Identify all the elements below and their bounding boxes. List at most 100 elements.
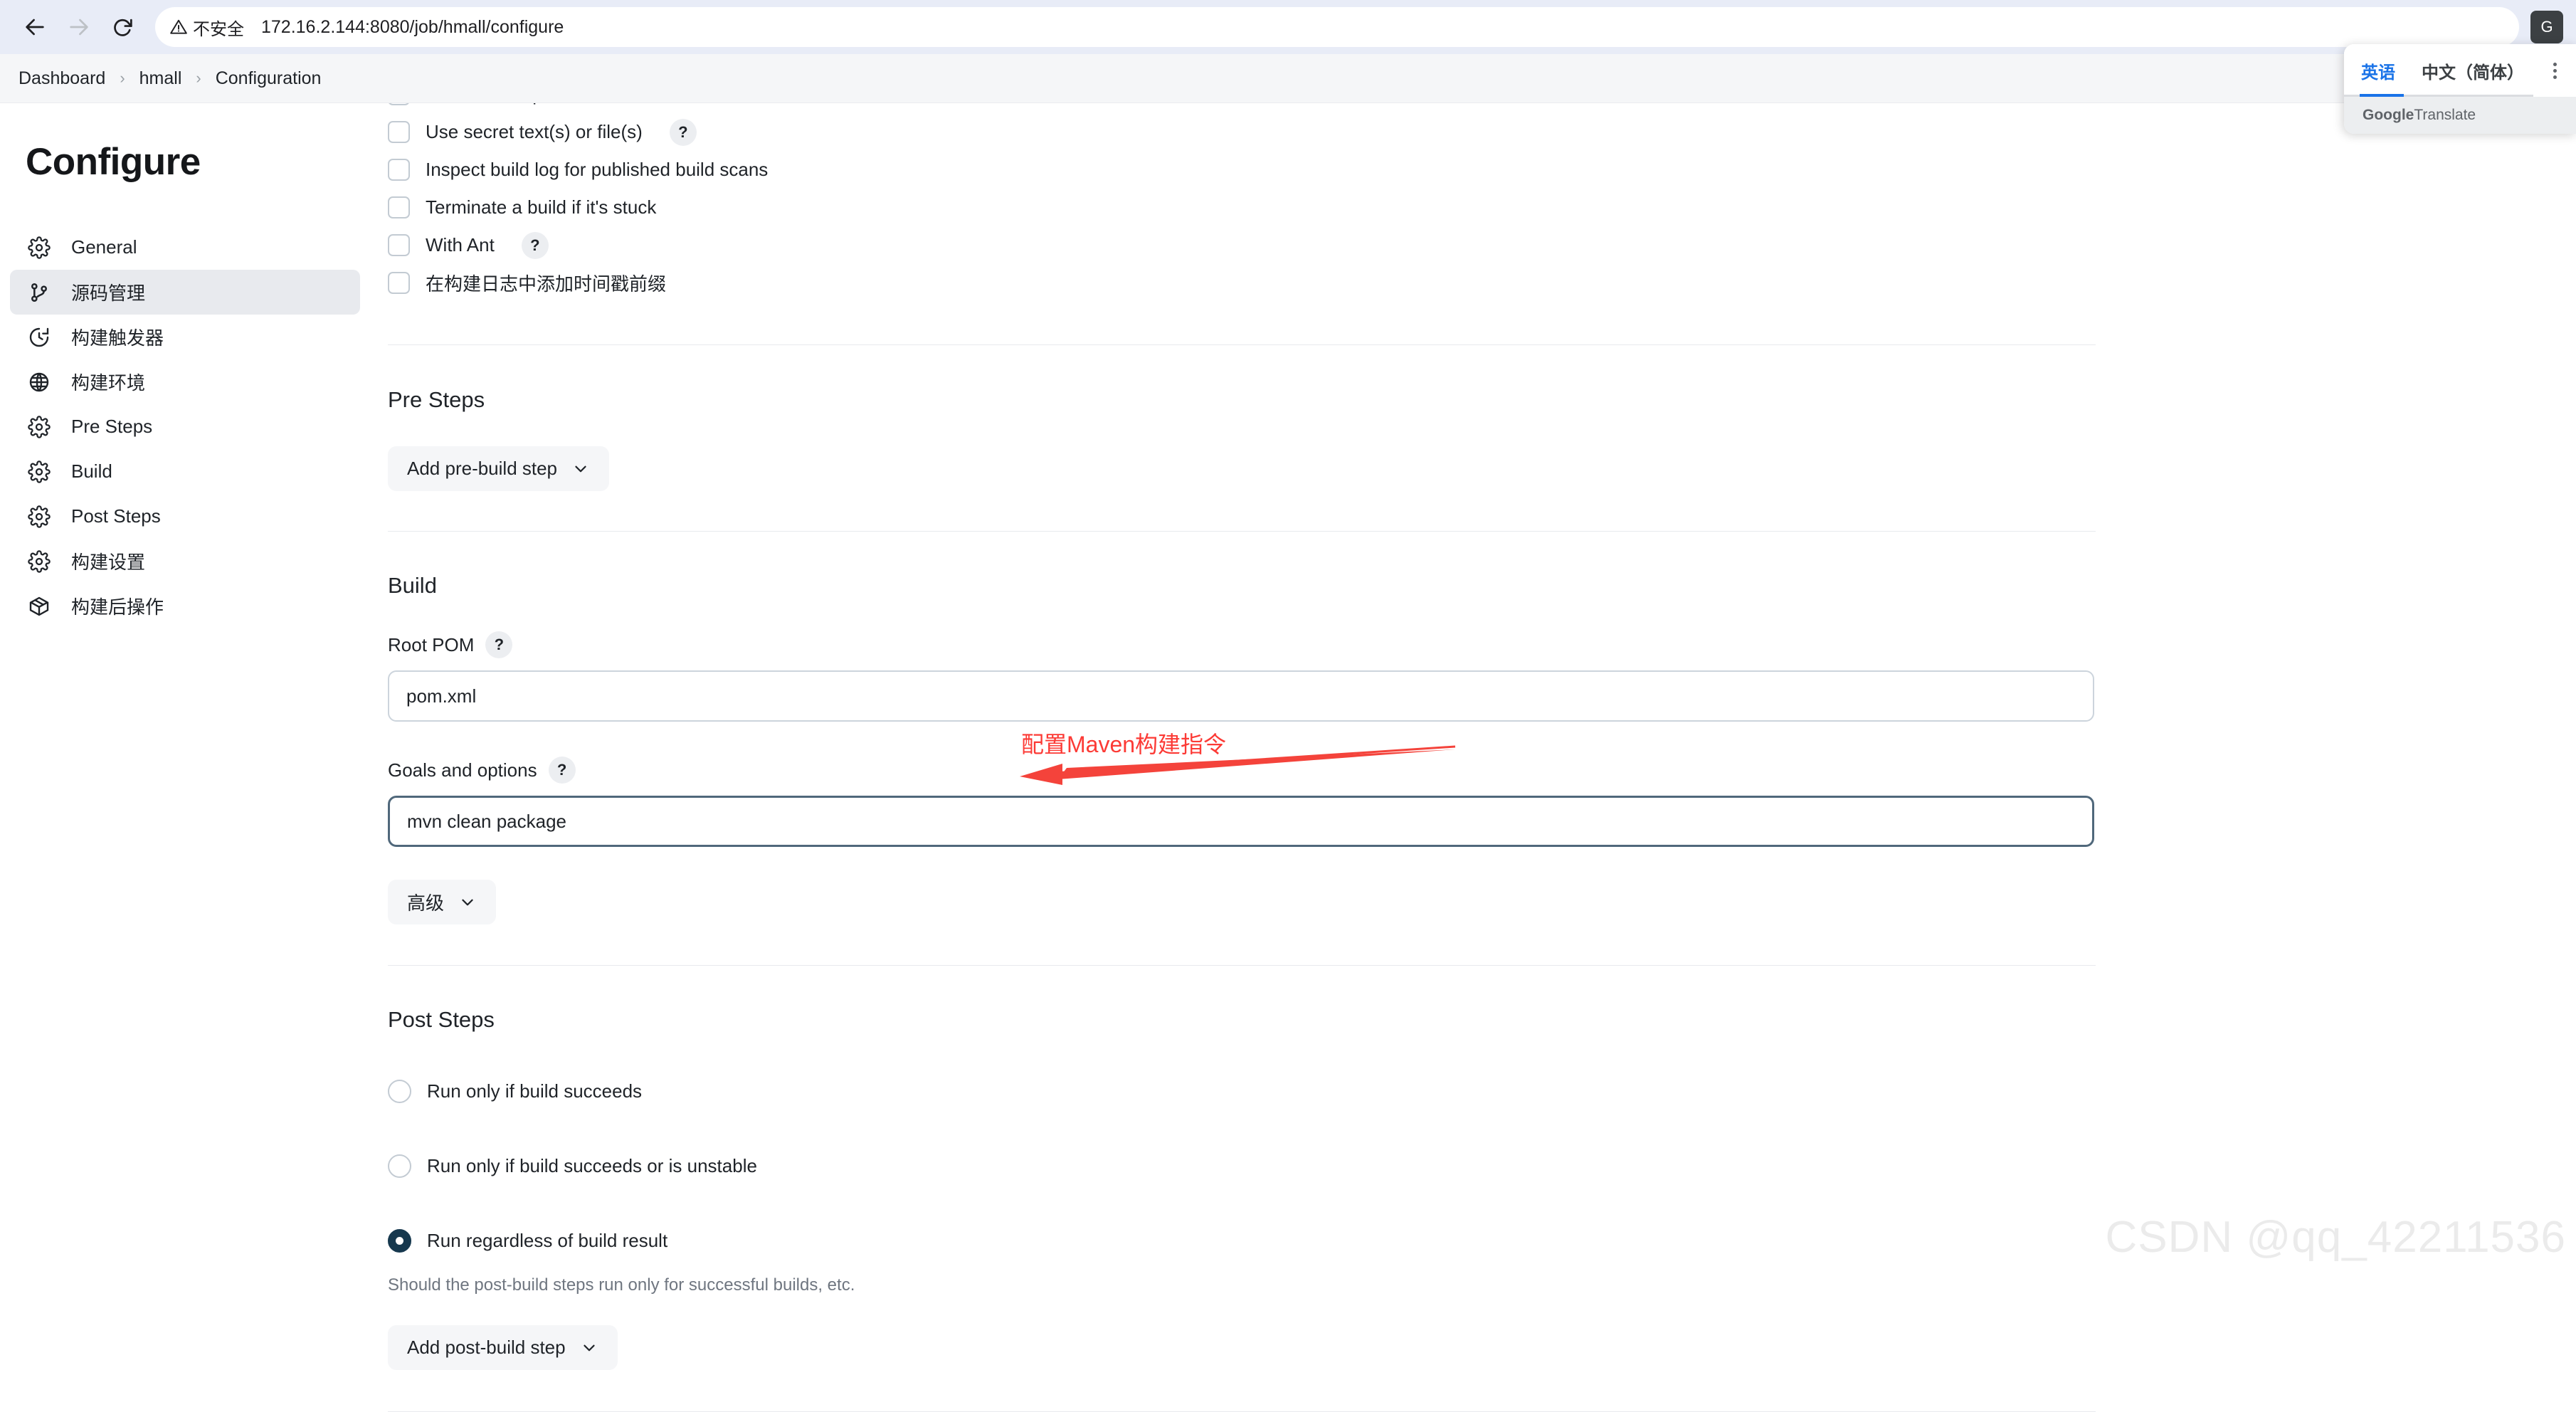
forward-button[interactable] [57, 5, 101, 49]
checkbox-with-ant[interactable] [388, 234, 410, 256]
gear-icon [26, 458, 53, 485]
configure-form: Delete workspace before build starts Use… [388, 75, 2096, 1412]
sidebar-item-label: Build [71, 460, 112, 483]
sidebar-item-build-environment[interactable]: 构建环境 [10, 359, 360, 404]
build-heading: Build [388, 573, 2096, 599]
section-divider [388, 965, 2096, 966]
checkbox-label: Terminate a build if it's stuck [426, 196, 656, 218]
breadcrumb-item-configuration[interactable]: Configuration [216, 68, 322, 89]
sidebar-item-label: Post Steps [71, 505, 161, 527]
checkbox-inspect-build-log[interactable] [388, 159, 410, 181]
radio-run-if-succeeds[interactable] [388, 1080, 411, 1103]
radio-label: Run only if build succeeds or is unstabl… [427, 1155, 757, 1177]
reload-icon [111, 15, 135, 39]
goals-and-options-label: Goals and options [388, 759, 537, 781]
checkbox-label: Inspect build log for published build sc… [426, 159, 768, 181]
sidebar-item-label: 构建环境 [71, 369, 145, 395]
radio-label: Run only if build succeeds [427, 1080, 642, 1102]
advanced-button[interactable]: 高级 [388, 880, 496, 924]
forward-arrow-icon [67, 15, 91, 39]
checkbox-timestamp-prefix[interactable] [388, 272, 410, 294]
chevron-down-icon [571, 460, 590, 478]
profile-avatar[interactable]: G [2530, 11, 2563, 43]
goals-label-row: Goals and options ? [388, 757, 2096, 784]
help-icon[interactable]: ? [670, 119, 697, 146]
section-divider [388, 531, 2096, 532]
sidebar-item-build-triggers[interactable]: 构建触发器 [10, 315, 360, 359]
clock-icon [26, 324, 53, 351]
sidebar-item-label: 源码管理 [71, 279, 145, 305]
post-steps-heading: Post Steps [388, 1007, 2096, 1033]
breadcrumb-item-dashboard[interactable]: Dashboard [19, 68, 105, 89]
chevron-down-icon [580, 1339, 598, 1357]
sidebar-item-label: General [71, 236, 137, 258]
goals-and-options-input[interactable] [388, 796, 2094, 847]
sidebar-item-label: 构建触发器 [71, 324, 164, 350]
sidebar-item-general[interactable]: General [10, 225, 360, 270]
watermark: CSDN @qq_42211536 [2105, 1212, 2566, 1263]
add-pre-build-step-label: Add pre-build step [407, 458, 557, 480]
sidebar-item-post-steps[interactable]: Post Steps [10, 494, 360, 539]
radio-run-if-succeeds-or-unstable[interactable] [388, 1154, 411, 1178]
checkbox-use-secret[interactable] [388, 121, 410, 143]
breadcrumb-separator: › [196, 69, 201, 88]
checkbox-row-inspect-build-log[interactable]: Inspect build log for published build sc… [388, 151, 2096, 189]
warning-triangle-icon [169, 18, 188, 36]
source-branch-icon [26, 279, 53, 306]
post-steps-hint: Should the post-build steps run only for… [388, 1275, 2096, 1295]
pre-steps-section: Pre Steps Add pre-build step [388, 387, 2096, 491]
sidebar-item-label: Pre Steps [71, 416, 152, 438]
breadcrumb-separator: › [120, 69, 125, 88]
build-environment-checkbox-group: Delete workspace before build starts Use… [388, 75, 2096, 302]
google-translate-footer: Google Translate [2344, 97, 2576, 134]
url-text: 172.16.2.144:8080/job/hmall/configure [261, 17, 564, 38]
sidebar-nav: General 源码管理 构建触发器 构建环境 [0, 225, 364, 628]
checkbox-label: Use secret text(s) or file(s) [426, 121, 643, 143]
security-indicator[interactable]: 不安全 [169, 15, 248, 40]
advanced-label: 高级 [407, 889, 444, 915]
root-pom-input[interactable] [388, 670, 2094, 722]
radio-row-run-if-succeeds-or-unstable[interactable]: Run only if build succeeds or is unstabl… [388, 1147, 2096, 1185]
sidebar-item-pre-steps[interactable]: Pre Steps [10, 404, 360, 449]
help-icon[interactable]: ? [549, 757, 576, 784]
gear-icon [26, 503, 53, 530]
google-translate-tabs: 英语 中文（简体） [2344, 44, 2576, 97]
add-pre-build-step-button[interactable]: Add pre-build step [388, 446, 609, 491]
checkbox-row-timestamp-prefix[interactable]: 在构建日志中添加时间戳前缀 [388, 264, 2096, 302]
sidebar-item-source-management[interactable]: 源码管理 [10, 270, 360, 315]
radio-run-regardless[interactable] [388, 1229, 411, 1253]
kebab-menu-icon[interactable] [2533, 44, 2576, 97]
checkbox-row-with-ant[interactable]: With Ant ? [388, 226, 2096, 264]
globe-icon [26, 369, 53, 396]
checkbox-row-terminate-stuck-build[interactable]: Terminate a build if it's stuck [388, 189, 2096, 226]
help-icon[interactable]: ? [485, 631, 512, 658]
sidebar-item-build[interactable]: Build [10, 449, 360, 494]
radio-row-run-if-succeeds[interactable]: Run only if build succeeds [388, 1072, 2096, 1110]
root-pom-label: Root POM [388, 634, 474, 656]
checkbox-label: With Ant [426, 234, 495, 256]
checkbox-label: 在构建日志中添加时间戳前缀 [426, 270, 666, 296]
breadcrumb-item-hmall[interactable]: hmall [139, 68, 182, 89]
section-divider [388, 344, 2096, 345]
main-content: Delete workspace before build starts Use… [364, 103, 2576, 1273]
checkbox-terminate-stuck-build[interactable] [388, 196, 410, 218]
build-section: Build Root POM ? Goals and options ? 高级 [388, 573, 2096, 924]
back-button[interactable] [13, 5, 57, 49]
help-icon[interactable]: ? [522, 232, 549, 259]
sidebar-item-label: 构建设置 [71, 548, 145, 574]
sidebar-item-post-build-actions[interactable]: 构建后操作 [10, 584, 360, 628]
gear-icon [26, 234, 53, 261]
chevron-down-icon [458, 893, 477, 912]
sidebar-item-build-settings[interactable]: 构建设置 [10, 539, 360, 584]
gear-icon [26, 413, 53, 441]
checkbox-row-use-secret[interactable]: Use secret text(s) or file(s) ? [388, 113, 2096, 151]
tab-underline-active [2360, 94, 2404, 97]
browser-toolbar: 不安全 172.16.2.144:8080/job/hmall/configur… [0, 0, 2576, 54]
radio-row-run-regardless[interactable]: Run regardless of build result [388, 1221, 2096, 1260]
tab-target-language[interactable]: 中文（简体） [2412, 44, 2533, 97]
tab-source-language[interactable]: 英语 [2344, 44, 2412, 97]
security-label: 不安全 [193, 15, 244, 40]
reload-button[interactable] [101, 5, 145, 49]
add-post-build-step-button[interactable]: Add post-build step [388, 1325, 618, 1370]
address-bar[interactable]: 不安全 172.16.2.144:8080/job/hmall/configur… [155, 7, 2519, 47]
